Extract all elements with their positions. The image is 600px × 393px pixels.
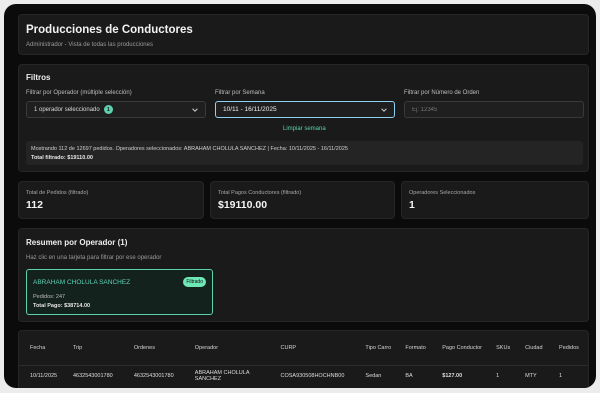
productions-table-panel: Fecha Trip Ordenes Operador CURP Tipo Ca… (18, 330, 589, 388)
stat-card-total-orders: Total de Pedidos (filtrado) 112 (18, 181, 204, 219)
stat-label: Total de Pedidos (filtrado) (26, 190, 89, 196)
stat-card-selected-operators: Operadores Seleccionados 1 (401, 181, 589, 219)
header-panel: Producciones de Conductores Administrado… (18, 14, 589, 55)
chevron-down-icon (192, 108, 198, 112)
week-filter-label: Filtrar por Semana (215, 90, 265, 96)
stat-value: $19110.00 (218, 199, 268, 211)
productions-table: Fecha Trip Ordenes Operador CURP Tipo Ca… (26, 331, 583, 387)
column-header: Fecha (30, 345, 46, 351)
table-header-row: Fecha Trip Ordenes Operador CURP Tipo Ca… (26, 331, 583, 365)
operator-summary-title: Resumen por Operador (1) (26, 238, 128, 247)
cell-pedidos: 1 (559, 373, 563, 379)
order-number-input[interactable] (404, 101, 584, 118)
stat-label: Operadores Seleccionados (409, 190, 476, 196)
week-select-value: 10/11 - 16/11/2025 (223, 106, 277, 113)
filtered-badge: Filtrado (183, 277, 206, 287)
column-header: Trip (72, 345, 83, 351)
operator-summary-hint: Haz clic en una tarjeta para filtrar por… (26, 255, 162, 261)
stat-card-total-payments: Total Pagos Conductores (filtrado) $1911… (210, 181, 395, 219)
filter-summary-total: Total filtrado: $19110.00 (31, 155, 93, 161)
stat-value: 112 (26, 199, 43, 211)
page-subtitle: Administrador - Vista de todas las produ… (26, 42, 153, 48)
column-header: Ordenes (133, 345, 155, 351)
cell-curp: COSA930508HOCHNB00 (280, 373, 345, 379)
filter-summary-box: Mostrando 112 de 12697 pedidos. Operador… (26, 141, 583, 165)
cell-trip: 4632543001780 (72, 373, 113, 379)
table-row[interactable]: 10/11/2025 4632543001780 4632543001780 A… (26, 365, 583, 387)
cell-operador: ABRAHAM CHOLULA SANCHEZ (194, 370, 250, 382)
operator-multiselect[interactable]: 1 operador seleccionado 1 (26, 101, 206, 118)
operator-multiselect-value: 1 operador seleccionado (34, 106, 100, 113)
cell-tipo-carro: Sedan (365, 373, 382, 379)
column-header: CURP (280, 345, 297, 351)
cell-pago: $127.00 (442, 373, 463, 379)
stat-value: 1 (409, 199, 415, 211)
column-header: Pedidos (559, 345, 579, 351)
table-divider (19, 365, 588, 366)
column-header: Formato (405, 345, 426, 351)
column-header: Tipo Carro (365, 345, 392, 351)
order-filter-label: Filtrar por Número de Orden (404, 90, 480, 96)
page-title: Producciones de Conductores (26, 24, 193, 36)
stat-label: Total Pagos Conductores (filtrado) (218, 190, 302, 196)
filters-panel: Filtros Filtrar por Operador (múltiple s… (18, 64, 589, 172)
cell-fecha: 10/11/2025 (30, 373, 58, 379)
clear-week-link[interactable]: Limpiar semana (283, 126, 326, 132)
cell-skus: 1 (496, 373, 500, 379)
week-select[interactable]: 10/11 - 16/11/2025 (215, 101, 395, 118)
column-header: SKUs (496, 345, 511, 351)
operator-card[interactable]: ABRAHAM CHOLULA SANCHEZ Filtrado Pedidos… (26, 269, 213, 315)
column-header: Pago Conductor (442, 345, 483, 351)
selected-count-badge: 1 (103, 105, 113, 114)
column-header: Operador (194, 345, 219, 351)
cell-ordenes: 4632543001780 (133, 373, 174, 379)
column-header: Ciudad (525, 345, 543, 351)
cell-ciudad: MTY (525, 373, 537, 379)
operator-card-orders: Pedidos: 247 (33, 294, 66, 300)
chevron-down-icon (381, 108, 387, 112)
filters-title: Filtros (26, 73, 51, 82)
operator-card-total: Total Pago: $38714.00 (33, 303, 91, 309)
cell-formato: BA (405, 373, 413, 379)
operator-card-name: ABRAHAM CHOLULA SANCHEZ (33, 279, 131, 286)
filter-summary-text: Mostrando 112 de 12697 pedidos. Operador… (31, 146, 348, 152)
app-window: Producciones de Conductores Administrado… (4, 4, 596, 388)
operator-summary-panel: Resumen por Operador (1) Haz clic en una… (18, 228, 589, 322)
operator-filter-label: Filtrar por Operador (múltiple selección… (26, 90, 132, 96)
